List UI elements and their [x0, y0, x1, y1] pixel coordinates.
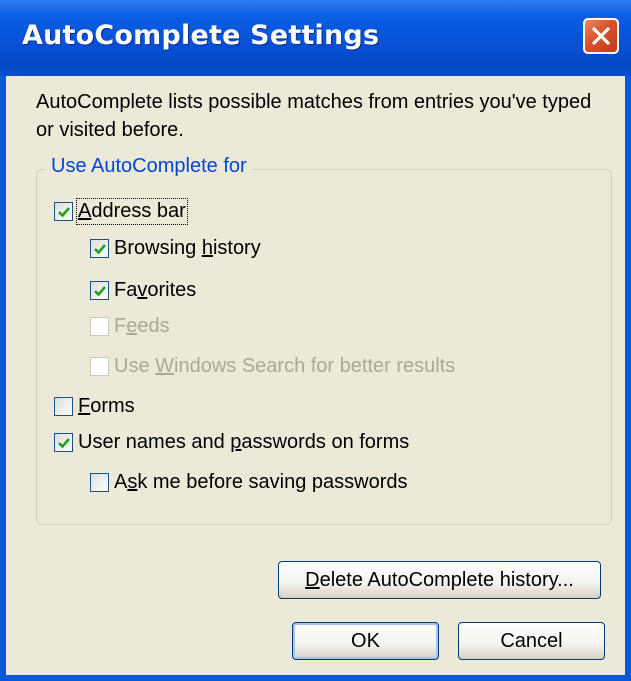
dialog-window: AutoComplete Settings AutoComplete lists…	[0, 0, 631, 681]
checkbox-feeds[interactable]: Feeds	[90, 312, 170, 340]
checkbox-label: Address bar	[76, 197, 188, 225]
checkbox-box[interactable]	[90, 316, 109, 336]
checkbox-label: Favorites	[114, 278, 197, 301]
ok-button[interactable]: OK	[292, 622, 439, 660]
close-button[interactable]	[583, 18, 619, 54]
checkbox-browsing-history[interactable]: Browsing history	[90, 234, 261, 262]
checkbox-label: Use Windows Search for better results	[114, 354, 456, 377]
checkbox-forms[interactable]: Forms	[54, 392, 135, 420]
checkbox-favorites[interactable]: Favorites	[90, 276, 196, 304]
checkbox-box[interactable]	[90, 280, 109, 300]
checkbox-box[interactable]	[90, 356, 109, 376]
checkbox-box[interactable]	[54, 201, 73, 221]
checkmark-icon	[58, 437, 70, 448]
groupbox-legend: Use AutoComplete for	[46, 154, 252, 178]
checkbox-label: User names and passwords on forms	[78, 430, 410, 453]
checkbox-label: Feeds	[114, 314, 170, 337]
checkmark-icon	[94, 243, 106, 254]
dialog-body: AutoComplete lists possible matches from…	[6, 76, 625, 675]
cancel-button[interactable]: Cancel	[458, 622, 605, 660]
description-text: AutoComplete lists possible matches from…	[36, 91, 592, 141]
checkbox-box[interactable]	[54, 432, 73, 452]
close-icon	[592, 27, 610, 45]
checkbox-label: Browsing history	[114, 236, 261, 259]
checkbox-address-bar[interactable]: Address bar	[54, 197, 188, 225]
checkbox-label: Ask me before saving passwords	[114, 470, 408, 493]
checkmark-icon	[94, 285, 106, 296]
checkbox-usernames-passwords[interactable]: User names and passwords on forms	[54, 428, 409, 456]
checkbox-box[interactable]	[54, 396, 73, 416]
title-bar[interactable]: AutoComplete Settings	[0, 0, 631, 76]
checkbox-windows-search[interactable]: Use Windows Search for better results	[90, 352, 455, 380]
window-title: AutoComplete Settings	[22, 20, 380, 51]
checkbox-ask-before-saving[interactable]: Ask me before saving passwords	[90, 468, 407, 496]
delete-autocomplete-history-button[interactable]: Delete AutoComplete history...	[278, 561, 601, 599]
checkbox-label: Forms	[78, 394, 135, 417]
checkbox-box[interactable]	[90, 238, 109, 258]
checkmark-icon	[58, 206, 70, 217]
checkbox-box[interactable]	[90, 472, 109, 492]
